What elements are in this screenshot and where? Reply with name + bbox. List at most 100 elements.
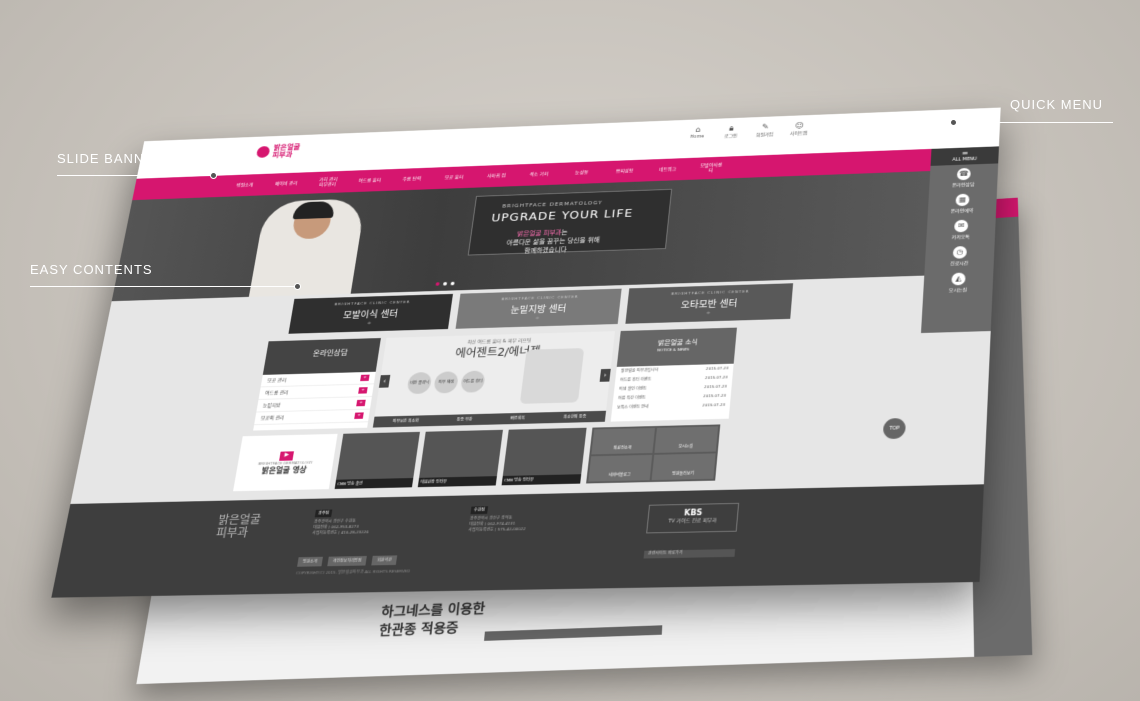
footer-link[interactable]: 병원소개 <box>297 556 323 567</box>
banner-dot[interactable] <box>450 281 455 286</box>
sitemap-label: 사이트맵 <box>789 130 808 137</box>
feature-circle: 비만 클리닉 <box>406 371 433 395</box>
callout-quick-menu: QUICK MENU <box>1010 97 1104 112</box>
quick-item-online-consult[interactable]: ☎ 온라인상담 <box>929 163 998 191</box>
banner-pager <box>435 281 455 286</box>
gnb-item[interactable]: 네트워크 <box>655 167 680 173</box>
featured-device-panel[interactable]: 최신 여드름 흉터 & 피부 리프팅 에어젠트2/에너젯 비만 클리닉 피부 재… <box>372 331 615 428</box>
footer-links: 병원소개 개인정보처리방침 회원약관 <box>297 555 398 567</box>
video-box[interactable]: ▶ BRIGHTFACE DERMATOLOGY 밝은얼굴 영상 <box>233 433 338 492</box>
back-text-1: 하그네스를 이용한 <box>380 601 486 620</box>
gnb-item[interactable]: 모공 흉터 <box>442 175 467 181</box>
logo-line-2: 피부과 <box>271 150 293 159</box>
lock-icon: 🔒︎ <box>728 124 735 134</box>
back-heading: 하그네스를 이용한 한관종 적용증 <box>378 598 486 639</box>
feature-bar: 피부보존 최소화 통증 무감 빠른회복 최소한의 통증 <box>372 410 607 428</box>
quick-label: 온라인예약 <box>950 208 974 215</box>
easy-contents: 온라인상담 모공 관리 + 여드름 관리 + 눈밑지방 + 모공의 관리 + 최신 여드… <box>253 327 737 431</box>
video-thumb[interactable]: CMB 방송 인터뷰 <box>501 427 587 486</box>
clock-icon: ◷ <box>952 245 968 259</box>
quick-label: 카카오톡 <box>951 234 970 241</box>
banner-dot[interactable] <box>442 281 448 286</box>
gnb-item[interactable]: 사마귀 점 <box>484 173 509 179</box>
quick-item-online-reserve[interactable]: ▦ 온라인예약 <box>928 189 997 217</box>
consult-badge: + <box>355 399 366 407</box>
phone-icon: ☎ <box>956 167 971 181</box>
banner-line-1-rest: 는 <box>561 229 569 237</box>
home-label: Home <box>689 134 705 140</box>
consult-badge: + <box>357 387 368 394</box>
gnb-item[interactable]: 색소 기미 <box>527 171 552 178</box>
branch-line: 사업자등록번호 | 575-42-00022 <box>468 526 526 533</box>
gnb-item[interactable]: 눈성형 <box>569 170 594 176</box>
consult-row[interactable]: 모공의 관리 + <box>254 409 370 426</box>
footer-logo: 밝은얼굴 피부과 <box>215 513 262 540</box>
news-row-date: 2015.07.23 <box>704 374 728 380</box>
callout-easy-contents: EASY CONTENTS <box>30 262 153 277</box>
site-logo[interactable]: 밝은얼굴 피부과 <box>255 143 301 159</box>
gnb-item[interactable]: 가히 관리 피부관리 <box>315 177 340 188</box>
grid-link[interactable]: 네이버블로그 <box>588 454 653 482</box>
front-page: 밝은얼굴 피부과 ⌂ Home 🔒︎ 로그인 ✎ 회원가입 ☺ 사이트맵 병원소개 베이… <box>51 107 1001 598</box>
news-header[interactable]: 밝은얼굴 소식 NOTICE & NEWS <box>616 327 737 367</box>
back-strip <box>484 625 663 641</box>
family-site-select[interactable]: 관련사이트 바로가기 <box>643 549 736 559</box>
center-hair-transplant[interactable]: BRIGHTFACE CLINIC CENTER 모발이식 센터 + <box>288 293 453 334</box>
online-consult-title[interactable]: 온라인상담 <box>262 338 381 375</box>
news-row-date: 2015.07.23 <box>705 365 729 371</box>
video-thumb[interactable]: 대표원장 인터뷰 <box>417 429 503 488</box>
consult-badge: + <box>359 374 370 382</box>
gnb-item[interactable]: 주름 탄력 <box>399 176 424 182</box>
quick-item-map[interactable]: ◭ 오시는길 <box>923 268 993 297</box>
kbs-caption: TV 가이드 진료 피부과 <box>668 517 717 525</box>
quick-label: 진료시간 <box>950 260 969 267</box>
quick-label: 온라인상담 <box>951 182 975 189</box>
thumb-caption: CMB 방송 인터뷰 <box>501 474 582 486</box>
branch-title: 광주점 <box>314 509 333 518</box>
branch-title: 수완점 <box>470 506 489 515</box>
media-row: ▶ BRIGHTFACE DERMATOLOGY 밝은얼굴 영상 CMB 방송 … <box>233 424 721 492</box>
quick-item-kakao[interactable]: ✉ 카카오톡 <box>926 215 996 244</box>
map-icon: ◭ <box>951 272 966 286</box>
home-link[interactable]: ⌂ Home <box>686 126 708 141</box>
banner-dot[interactable] <box>435 282 440 286</box>
gnb-item[interactable]: 베이비 관리 <box>274 181 298 187</box>
prev-arrow-icon[interactable]: ‹ <box>378 374 391 388</box>
center-ota[interactable]: BRIGHTFACE CLINIC CENTER 오타모반 센터 + <box>625 283 794 324</box>
feature-circle: 여드름 흉터 <box>459 370 486 393</box>
news-row-date: 2015.07.23 <box>702 402 726 408</box>
footer-link[interactable]: 개인정보처리방침 <box>327 555 368 567</box>
next-arrow-icon[interactable]: › <box>599 368 611 382</box>
grid-link[interactable]: 병원둘러보기 <box>651 453 716 481</box>
footer-link[interactable]: 회원약관 <box>371 555 398 566</box>
join-link[interactable]: ✎ 회원가입 <box>754 123 776 138</box>
scroll-top-button[interactable]: TOP <box>882 417 907 440</box>
gnb-item[interactable]: 쁘띠성형 <box>612 168 637 174</box>
login-link[interactable]: 🔒︎ 로그인 <box>720 124 742 140</box>
center-under-eye[interactable]: BRIGHTFACE CLINIC CENTER 눈밑지방 센터 + <box>455 288 622 329</box>
top-util-menu: ⌂ Home 🔒︎ 로그인 ✎ 회원가입 ☺ 사이트맵 <box>686 122 809 141</box>
gnb-item[interactable]: 여드름 흉터 <box>357 178 382 184</box>
consult-badge: + <box>353 412 364 419</box>
gnb-item[interactable]: 병원소개 <box>232 182 256 189</box>
user-icon: ☺ <box>794 121 804 131</box>
grid-link[interactable]: 오시는길 <box>654 426 719 453</box>
grid-link[interactable]: 의료진소개 <box>591 427 656 455</box>
video-thumb[interactable]: CMB 방송 출연 <box>334 431 420 490</box>
branch-line: 사업자등록번호 | 410-28-23226 <box>311 529 369 536</box>
news-row-date: 2015.07.23 <box>703 393 727 399</box>
site-footer: 밝은얼굴 피부과 광주점 광주광역시 광산구 수완동 대표전화 | 062-953… <box>51 484 984 598</box>
quick-label: 오시는길 <box>948 287 968 294</box>
kbs-badge[interactable]: KBS TV 가이드 진료 피부과 <box>646 502 740 534</box>
quick-item-hours[interactable]: ◷ 진료시간 <box>925 242 995 271</box>
news-row[interactable]: 보톡스 이벤트 안내 2015.07.23 <box>612 400 731 412</box>
device-image <box>519 348 585 404</box>
logo-mark-icon <box>255 145 271 158</box>
sitemap-link[interactable]: ☺ 사이트맵 <box>788 122 810 137</box>
gnb-item[interactable]: 모발이식센터 <box>698 163 723 174</box>
online-consult-panel: 온라인상담 모공 관리 + 여드름 관리 + 눈밑지방 + 모공의 관리 + <box>253 338 381 431</box>
kbs-logo: KBS <box>683 508 703 518</box>
news-panel: 밝은얼굴 소식 NOTICE & NEWS 밝은얼굴 피부과입니다 2015.07.… <box>610 327 737 422</box>
feature-bar-item: 최소한의 통증 <box>563 413 587 420</box>
news-row-title: 미생 할인 이벤트 <box>618 385 647 392</box>
